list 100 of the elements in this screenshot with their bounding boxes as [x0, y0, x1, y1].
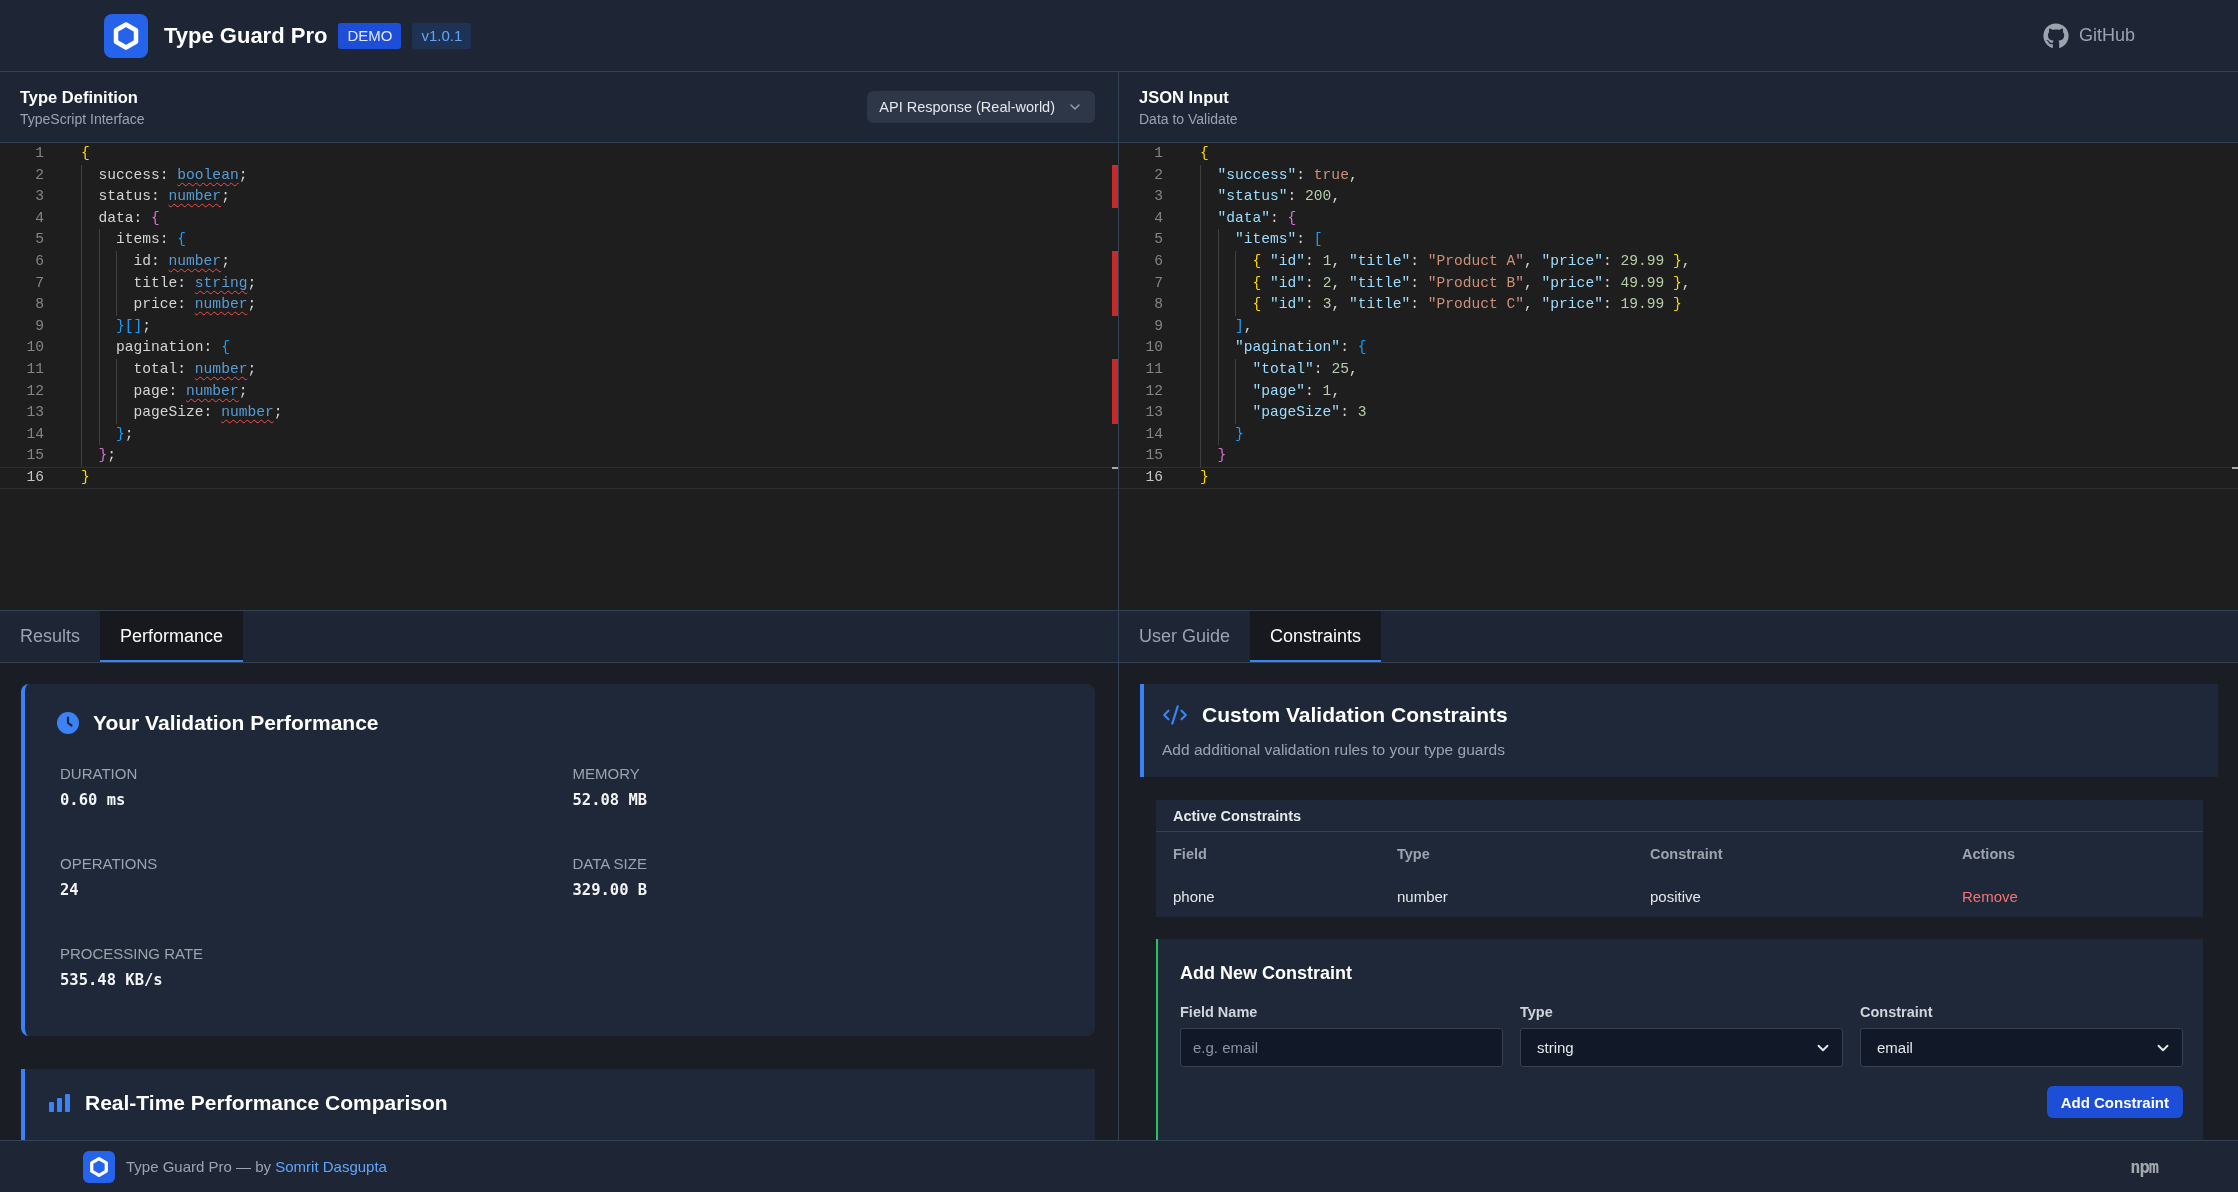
code-line: "page": 1, [1200, 380, 1341, 403]
code-line: } [1200, 423, 1244, 446]
line-number: 15 [1144, 446, 1163, 466]
line-number: 1 [1153, 144, 1163, 163]
form-title: Add New Constraint [1180, 963, 1353, 984]
code-line: page: number; [81, 380, 248, 403]
code-line: { "id": 2, "title": "Product B", "price": 49.99 }, [1200, 272, 1691, 295]
code-line: }; [81, 423, 134, 446]
code-line: { "id": 3, "title": "Product C", "price": 19.99 } [1200, 294, 1682, 316]
card-title: Your Validation Performance [93, 711, 379, 735]
dropdown-field[interactable]: string [1520, 1028, 1843, 1067]
line-number: 3 [34, 187, 44, 207]
tab[interactable]: Results [0, 611, 101, 662]
code-line: price: number; [81, 294, 257, 316]
code-line: id: number; [81, 250, 230, 273]
code-line: }[]; [81, 315, 152, 338]
code-line: "success": true, [1200, 164, 1358, 187]
remove-link[interactable]: Remove [1962, 888, 2018, 905]
line-number: 16 [25, 467, 44, 487]
metric-value: 0.60 ms [60, 791, 127, 809]
metric-value: 535.48 KB/s [60, 971, 164, 989]
line-number: 6 [34, 251, 44, 271]
version-badge: v1.0.1 [412, 22, 472, 49]
hexagon-logo-icon [104, 13, 148, 58]
tab[interactable]: Performance [100, 611, 244, 662]
metric-label: DURATION [60, 765, 139, 782]
line-number: 16 [1144, 467, 1163, 487]
line-number: 4 [1153, 208, 1163, 228]
line-number: 9 [34, 316, 44, 336]
panel-subtitle: Data to Validate [1139, 110, 1238, 127]
code-line: pagination: { [81, 337, 230, 359]
tab[interactable]: Constraints [1250, 611, 1382, 662]
line-number: 2 [1153, 165, 1163, 185]
code-line: } [81, 467, 90, 487]
github-link[interactable]: GitHub [2042, 22, 2135, 49]
code-line: }; [81, 445, 117, 467]
line-number: 5 [34, 230, 44, 250]
code-line: } [1200, 445, 1227, 467]
table-title: Active Constraints [1173, 807, 1302, 824]
code-line: "status": 200, [1200, 186, 1341, 208]
metric-label: OPERATIONS [60, 855, 159, 872]
table-cell-text: phone [1173, 887, 1216, 907]
dropdown-field[interactable]: email [1860, 1028, 2183, 1067]
code-line: items: { [81, 229, 187, 251]
code-line: data: { [81, 207, 160, 230]
panel-title: JSON Input [1139, 87, 1230, 107]
line-number: 14 [1144, 424, 1163, 444]
line-number: 11 [25, 359, 44, 379]
metric-label: PROCESSING RATE [60, 945, 205, 962]
hexagon-logo-icon [83, 1150, 115, 1183]
line-number: 14 [25, 424, 44, 444]
author-link[interactable]: Somrit Dasgupta [275, 1158, 387, 1175]
line-number: 11 [1144, 359, 1163, 379]
line-number: 8 [1153, 295, 1163, 315]
metric-label: MEMORY [572, 765, 641, 782]
line-number: 8 [34, 295, 44, 315]
field-label: Field Name [1180, 1004, 1259, 1020]
code-line: status: number; [81, 186, 230, 208]
tab[interactable]: User Guide [1119, 611, 1251, 662]
line-number: 2 [34, 165, 44, 185]
line-number: 9 [1153, 316, 1163, 336]
code-line: "items": [ [1200, 229, 1323, 251]
clock-icon [57, 712, 79, 734]
bar-chart-icon [49, 1094, 71, 1112]
line-number: 10 [25, 338, 44, 358]
line-number: 13 [1144, 403, 1163, 423]
line-number: 1 [34, 144, 44, 163]
metric-value: 24 [60, 881, 80, 899]
column-header: Type [1397, 845, 1431, 864]
field-label: Constraint [1860, 1004, 1934, 1020]
code-line: total: number; [81, 358, 257, 381]
column-header: Constraint [1650, 845, 1724, 864]
github-icon [2042, 22, 2069, 49]
code-line: { "id": 1, "title": "Product A", "price": 29.99 }, [1200, 250, 1691, 273]
code-line: success: boolean; [81, 164, 248, 187]
code-line: "total": 25, [1200, 358, 1358, 381]
line-number: 4 [34, 208, 44, 228]
code-line: "pageSize": 3 [1200, 402, 1367, 424]
add-constraint-button[interactable]: Add Constraint [2046, 1086, 2183, 1118]
app-title: Type Guard Pro [164, 22, 328, 49]
line-number: 6 [1153, 251, 1163, 271]
demo-badge: DEMO [338, 22, 402, 49]
code-line: "data": { [1200, 207, 1297, 230]
code-icon [1162, 702, 1188, 728]
code-line: { [81, 144, 90, 163]
field-label: Type [1520, 1004, 1554, 1020]
text-input[interactable]: e.g. email [1180, 1028, 1503, 1067]
table-cell-text: number [1397, 887, 1449, 907]
code-line: } [1200, 467, 1209, 487]
metric-label: DATA SIZE [572, 855, 648, 872]
line-number: 12 [1144, 381, 1163, 401]
preset-select[interactable]: API Response (Real-world) [867, 91, 1095, 123]
line-number: 10 [1144, 338, 1163, 358]
line-number: 3 [1153, 187, 1163, 207]
code-editor[interactable] [1119, 143, 2238, 610]
code-editor[interactable] [0, 143, 1118, 610]
column-header: Actions [1962, 845, 2017, 864]
code-line: title: string; [81, 272, 257, 295]
npm-link[interactable]: npm [2130, 1156, 2158, 1177]
column-header: Field [1173, 845, 1208, 864]
